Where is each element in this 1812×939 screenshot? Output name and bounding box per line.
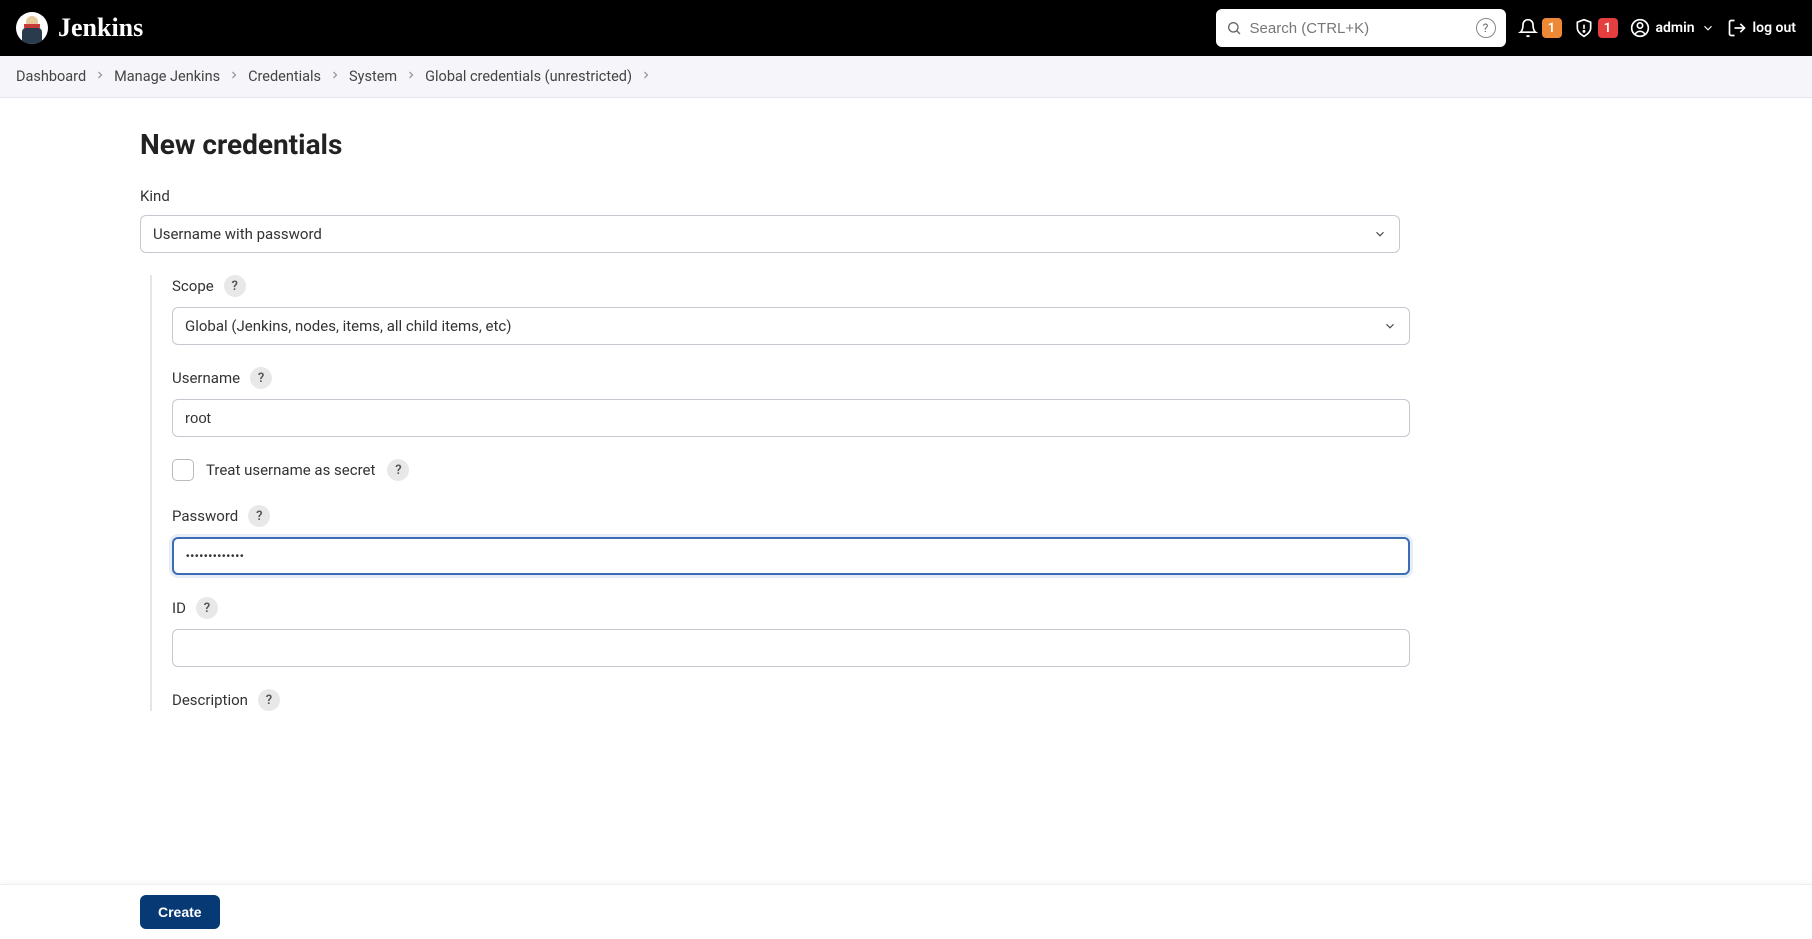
treat-secret-label: Treat username as secret (206, 461, 375, 479)
chevron-right-icon (228, 68, 240, 85)
description-label: Description (172, 691, 248, 709)
chevron-down-icon (1701, 21, 1715, 35)
chevron-down-icon (1383, 319, 1397, 333)
help-icon[interactable]: ? (248, 505, 270, 527)
header: Jenkins ? 1 1 admin (0, 0, 1812, 56)
shield-icon (1574, 18, 1594, 38)
search-help-icon[interactable]: ? (1476, 18, 1496, 38)
scope-select[interactable]: Global (Jenkins, nodes, items, all child… (172, 307, 1410, 345)
help-icon[interactable]: ? (250, 367, 272, 389)
brand-link[interactable]: Jenkins (16, 12, 143, 44)
search-box[interactable]: ? (1216, 9, 1506, 47)
search-icon (1226, 20, 1242, 36)
notification-badge: 1 (1542, 18, 1562, 38)
user-menu[interactable]: admin (1630, 18, 1715, 38)
treat-secret-checkbox[interactable] (172, 459, 194, 481)
page-title: New credentials (140, 128, 1480, 161)
chevron-right-icon (405, 68, 417, 85)
chevron-right-icon (640, 68, 652, 85)
breadcrumb: Dashboard Manage Jenkins Credentials Sys… (0, 56, 1812, 98)
scope-label: Scope (172, 277, 214, 295)
id-field[interactable] (172, 629, 1410, 667)
breadcrumb-item[interactable]: Manage Jenkins (114, 68, 220, 85)
kind-label: Kind (140, 187, 170, 205)
kind-value: Username with password (153, 225, 322, 243)
breadcrumb-item[interactable]: Global credentials (unrestricted) (425, 68, 632, 85)
user-icon (1630, 18, 1650, 38)
logout-icon (1727, 18, 1747, 38)
create-button[interactable]: Create (140, 895, 220, 929)
bottom-bar: Create (0, 884, 1812, 939)
logout-label: log out (1753, 20, 1796, 36)
jenkins-logo-icon (16, 12, 48, 44)
help-icon[interactable]: ? (224, 275, 246, 297)
logout-link[interactable]: log out (1727, 18, 1796, 38)
breadcrumb-item[interactable]: System (349, 68, 397, 85)
security-button[interactable]: 1 (1574, 18, 1618, 38)
password-label: Password (172, 507, 238, 525)
scope-value: Global (Jenkins, nodes, items, all child… (185, 317, 511, 335)
security-badge: 1 (1598, 18, 1618, 38)
kind-select[interactable]: Username with password (140, 215, 1400, 253)
breadcrumb-item[interactable]: Dashboard (16, 68, 86, 85)
password-field[interactable] (172, 537, 1410, 575)
user-name: admin (1656, 20, 1695, 36)
brand-name: Jenkins (58, 13, 143, 43)
username-label: Username (172, 369, 240, 387)
main-content: New credentials Kind Username with passw… (0, 98, 1480, 841)
help-icon[interactable]: ? (196, 597, 218, 619)
help-icon[interactable]: ? (387, 459, 409, 481)
chevron-right-icon (329, 68, 341, 85)
chevron-right-icon (94, 68, 106, 85)
search-input[interactable] (1250, 20, 1468, 37)
id-label: ID (172, 599, 186, 617)
breadcrumb-item[interactable]: Credentials (248, 68, 321, 85)
bell-icon (1518, 18, 1538, 38)
help-icon[interactable]: ? (258, 689, 280, 711)
notifications-button[interactable]: 1 (1518, 18, 1562, 38)
username-field[interactable] (172, 399, 1410, 437)
header-right: ? 1 1 admin log out (1216, 9, 1796, 47)
chevron-down-icon (1373, 227, 1387, 241)
